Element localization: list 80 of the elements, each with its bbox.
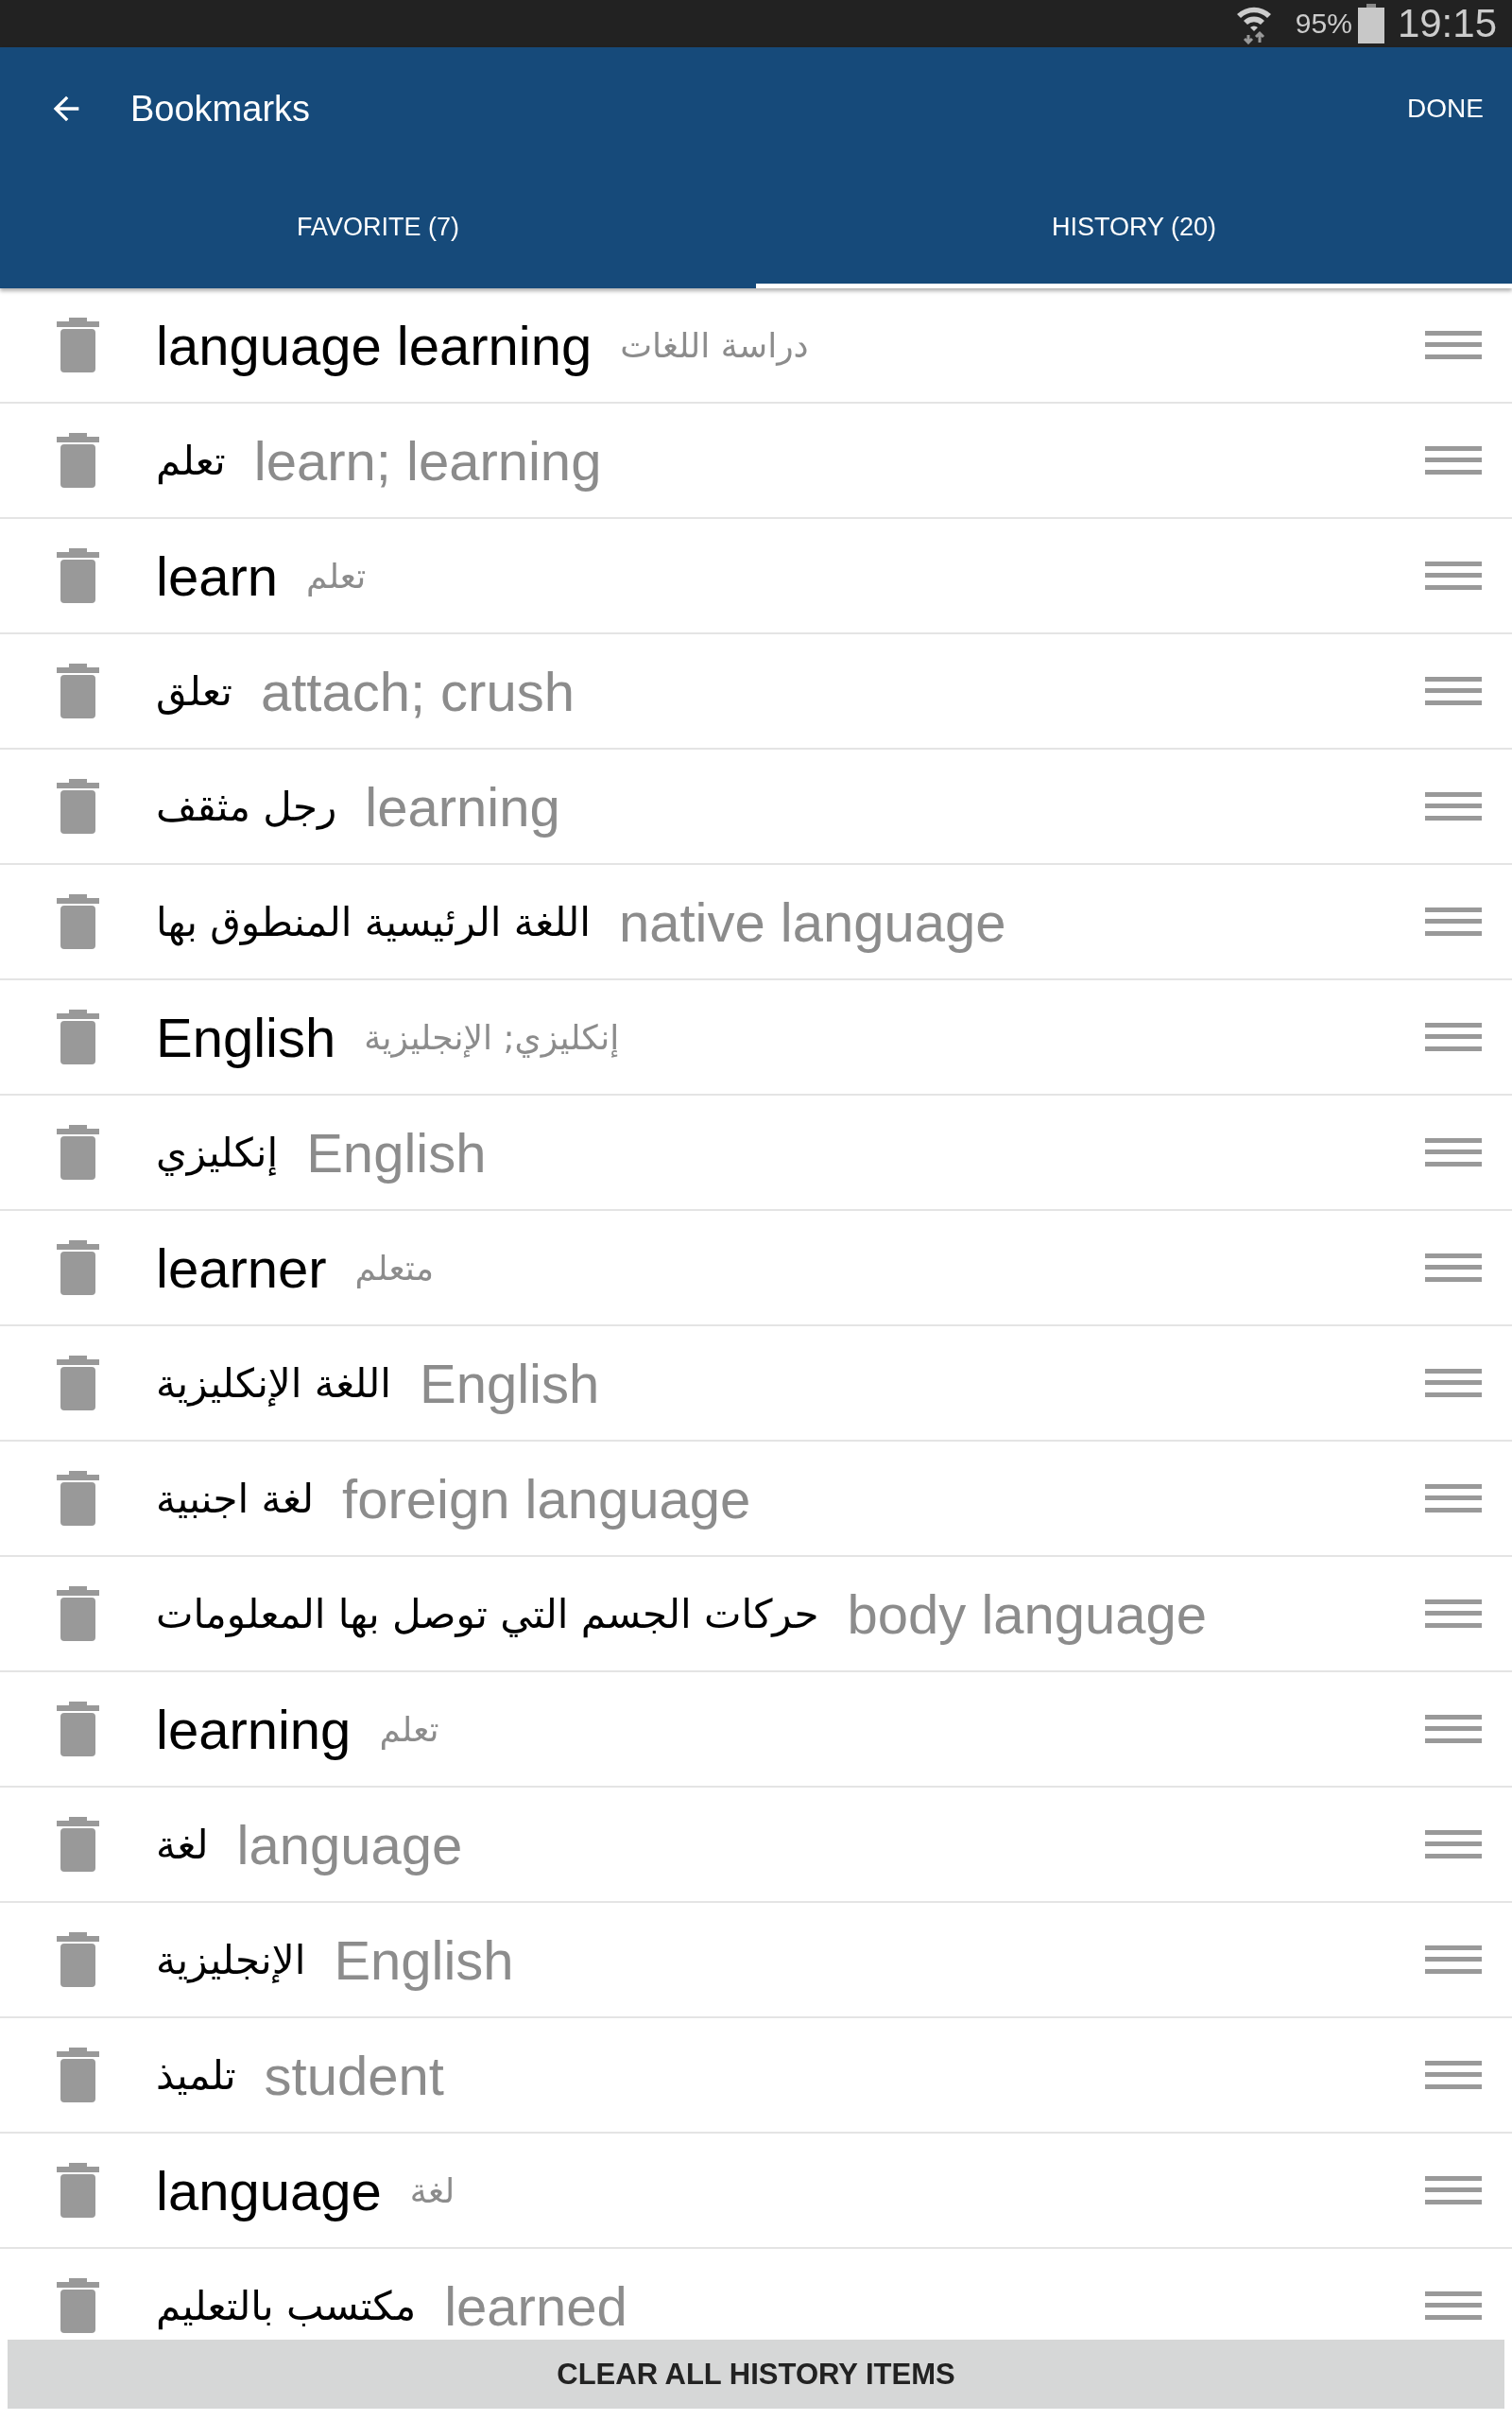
headword: learning — [156, 1697, 352, 1761]
drag-handle-icon[interactable] — [1425, 562, 1482, 590]
headword: تعلق — [156, 667, 232, 715]
drag-handle-icon[interactable] — [1425, 792, 1482, 821]
headword: لغة اجنبية — [156, 1475, 315, 1522]
drag-handle-icon[interactable] — [1425, 1599, 1482, 1628]
translation: متعلم — [354, 1248, 434, 1288]
delete-icon[interactable] — [57, 1702, 99, 1756]
drag-handle-icon[interactable] — [1425, 1484, 1482, 1512]
delete-icon[interactable] — [57, 2048, 99, 2102]
translation: إنكليزي; الإنجليزية — [364, 1017, 620, 1057]
clear-history-button[interactable]: CLEAR ALL HISTORY ITEMS — [8, 2340, 1504, 2409]
translation: attach; crush — [260, 659, 575, 723]
delete-icon[interactable] — [57, 1932, 99, 1987]
translation: language — [236, 1812, 463, 1876]
headword: مكتسب بالتعليم — [156, 2282, 417, 2329]
delete-icon[interactable] — [57, 2163, 99, 2218]
drag-handle-icon[interactable] — [1425, 331, 1482, 359]
done-button[interactable]: DONE — [1407, 94, 1484, 124]
delete-icon[interactable] — [57, 1817, 99, 1872]
tab[interactable]: FAVORITE (7) — [0, 170, 756, 288]
drag-handle-icon[interactable] — [1425, 1138, 1482, 1167]
translation: English — [306, 1120, 487, 1184]
delete-icon[interactable] — [57, 318, 99, 372]
headword: اللغة الإنكليزية — [156, 1359, 391, 1407]
headword: إنكليزي — [156, 1129, 279, 1176]
translation: learn; learning — [253, 428, 602, 493]
drag-handle-icon[interactable] — [1425, 2061, 1482, 2089]
headword: الإنجليزية — [156, 1936, 306, 1983]
translation: English — [334, 1927, 514, 1992]
tab[interactable]: HISTORY (20) — [756, 170, 1512, 288]
drag-handle-icon[interactable] — [1425, 2176, 1482, 2204]
translation: تعلم — [379, 1709, 439, 1749]
translation: body language — [847, 1582, 1208, 1646]
drag-handle-icon[interactable] — [1425, 1945, 1482, 1974]
headword: رجل مثقف — [156, 783, 337, 830]
clock: 19:15 — [1397, 1, 1497, 46]
translation: تعلم — [306, 556, 367, 596]
headword: learner — [156, 1236, 327, 1300]
translation: native language — [618, 890, 1006, 954]
battery-icon — [1357, 4, 1384, 43]
delete-icon[interactable] — [57, 1010, 99, 1064]
drag-handle-icon[interactable] — [1425, 1253, 1482, 1282]
delete-icon[interactable] — [57, 1125, 99, 1180]
delete-icon[interactable] — [57, 1240, 99, 1295]
delete-icon[interactable] — [57, 548, 99, 603]
drag-handle-icon[interactable] — [1425, 1023, 1482, 1051]
delete-icon[interactable] — [57, 1586, 99, 1641]
drag-handle-icon[interactable] — [1425, 1369, 1482, 1397]
drag-handle-icon[interactable] — [1425, 677, 1482, 705]
delete-icon[interactable] — [57, 433, 99, 488]
translation: لغة — [409, 2170, 455, 2210]
drag-handle-icon[interactable] — [1425, 1830, 1482, 1858]
translation: learned — [444, 2273, 627, 2338]
headword: language learning — [156, 313, 593, 377]
headword: تعلم — [156, 437, 226, 484]
drag-handle-icon[interactable] — [1425, 908, 1482, 936]
headword: English — [156, 1005, 336, 1069]
translation: foreign language — [342, 1466, 751, 1530]
headword: language — [156, 2158, 382, 2222]
delete-icon[interactable] — [57, 894, 99, 949]
headword: تلميذ — [156, 2051, 236, 2099]
screen-title: Bookmarks — [130, 88, 312, 130]
battery-percent: 95% — [1295, 8, 1352, 40]
headword: حركات الجسم التي توصل بها المعلومات — [156, 1590, 819, 1637]
drag-handle-icon[interactable] — [1425, 1715, 1482, 1743]
delete-icon[interactable] — [57, 1356, 99, 1410]
drag-handle-icon[interactable] — [1425, 2291, 1482, 2320]
headword: learn — [156, 544, 278, 608]
headword: لغة — [156, 1821, 209, 1868]
translation: student — [264, 2043, 444, 2107]
delete-icon[interactable] — [57, 1471, 99, 1526]
delete-icon[interactable] — [57, 779, 99, 834]
translation: English — [419, 1351, 600, 1415]
delete-icon[interactable] — [57, 664, 99, 718]
headword: اللغة الرئيسية المنطوق بها — [156, 898, 591, 945]
drag-handle-icon[interactable] — [1425, 446, 1482, 475]
translation: دراسة اللغات — [620, 325, 809, 365]
delete-icon[interactable] — [57, 2278, 99, 2333]
translation: learning — [365, 774, 560, 838]
